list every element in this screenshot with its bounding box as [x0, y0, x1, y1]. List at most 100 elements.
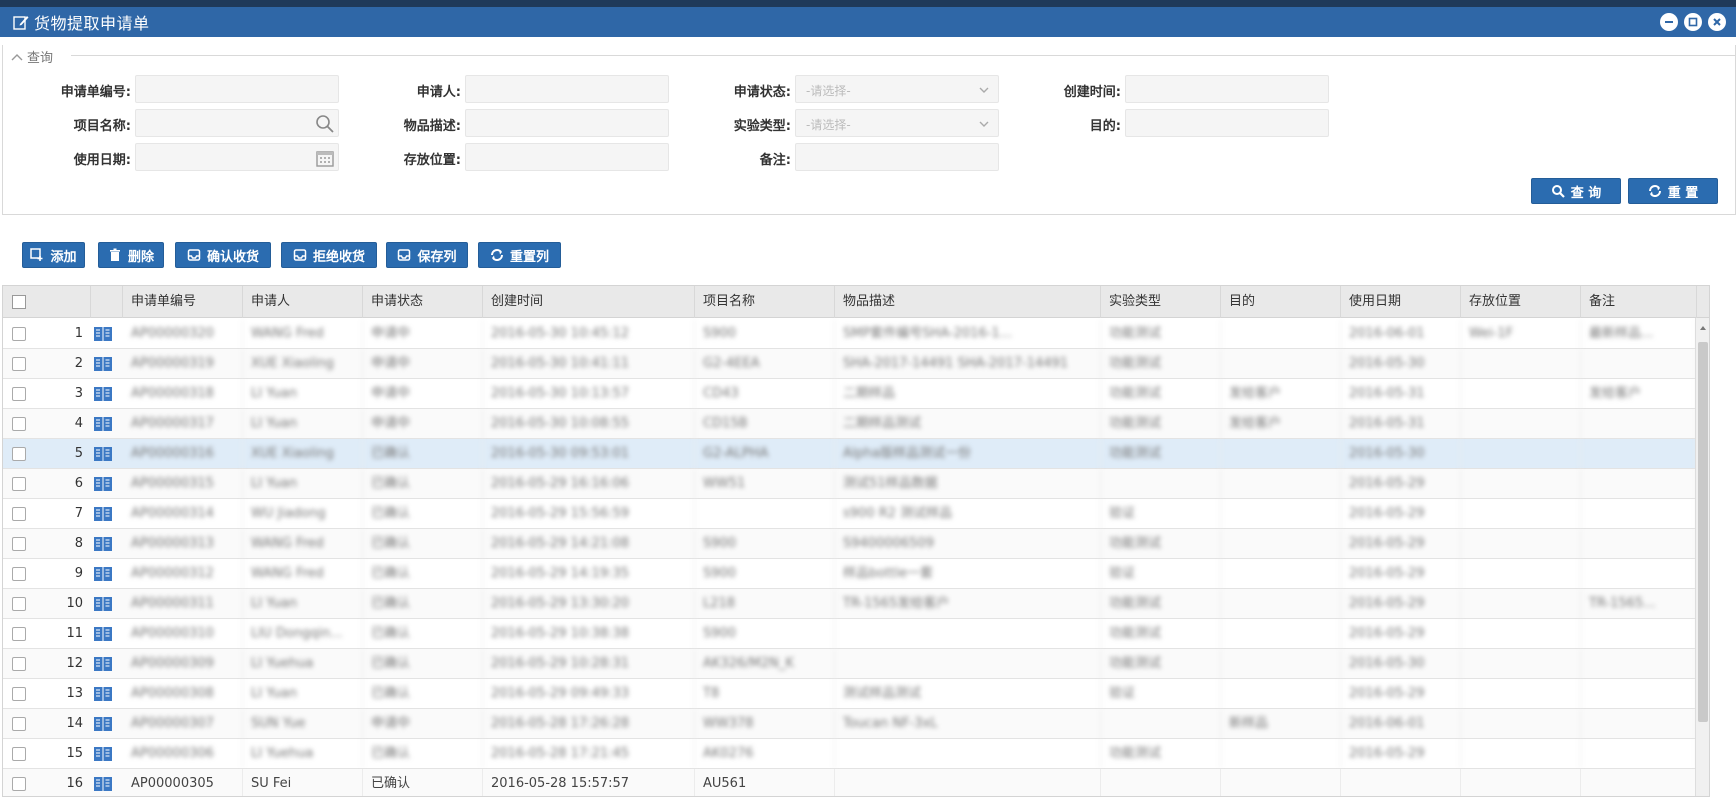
row-checkbox[interactable]	[12, 567, 26, 581]
header-col[interactable]: 物品描述	[835, 286, 1101, 318]
project-input[interactable]	[135, 109, 339, 137]
table-row[interactable]: 7 AP00000314 WU Jiadong 已确认 2016-05-29 15:56…	[3, 499, 1697, 529]
table-cell	[1461, 499, 1581, 529]
header-col[interactable]: 申请状态	[363, 286, 483, 318]
row-checkbox[interactable]	[12, 537, 26, 551]
header-col[interactable]: 备注	[1581, 286, 1697, 318]
table-row[interactable]: 9 AP00000312 WANG Fred 已确认 2016-05-29 14:19:…	[3, 559, 1697, 589]
table-row[interactable]: 11 AP00000310 LIU Dongqin... 已确认 2016-05-29 …	[3, 619, 1697, 649]
table-row[interactable]: 6 AP00000315 LI Yuan 已确认 2016-05-29 16:16:06…	[3, 469, 1697, 499]
row-checkbox[interactable]	[12, 687, 26, 701]
table-cell: 2016-05-30 10:08:55	[483, 409, 695, 439]
confirm-receipt-button[interactable]: 确认收货	[175, 242, 271, 268]
header-col[interactable]: 使用日期	[1341, 286, 1461, 318]
table-cell: 二期样品	[835, 379, 1101, 409]
book-icon[interactable]	[93, 446, 113, 462]
table-row[interactable]: 12 AP00000309 LI Yuehua 已确认 2016-05-29 10:28…	[3, 649, 1697, 679]
book-icon[interactable]	[93, 686, 113, 702]
save-columns-button[interactable]: 保存列	[386, 242, 468, 268]
location-input[interactable]	[465, 143, 669, 171]
reset-button[interactable]: 重 置	[1628, 178, 1718, 204]
book-icon[interactable]	[93, 656, 113, 672]
table-row[interactable]: 3 AP00000318 LI Yuan 申请中 2016-05-30 10:13:57…	[3, 379, 1697, 409]
row-checkbox[interactable]	[12, 417, 26, 431]
book-icon[interactable]	[93, 476, 113, 492]
search-button[interactable]: 查 询	[1531, 178, 1621, 204]
row-checkbox[interactable]	[12, 717, 26, 731]
book-icon[interactable]	[93, 356, 113, 372]
table-cell: AP00000307	[123, 709, 243, 739]
book-icon[interactable]	[93, 326, 113, 342]
header-col[interactable]: 创建时间	[483, 286, 695, 318]
purpose-label: 目的:	[1089, 119, 1121, 134]
row-checkbox[interactable]	[12, 447, 26, 461]
table-row[interactable]: 2 AP00000319 XUE Xiaoling 申请中 2016-05-30 10:…	[3, 349, 1697, 379]
header-col[interactable]: 实验类型	[1101, 286, 1221, 318]
table-row[interactable]: 13 AP00000308 LI Yuan 已确认 2016-05-29 09:49:3…	[3, 679, 1697, 709]
book-icon[interactable]	[93, 716, 113, 732]
row-checkbox[interactable]	[12, 507, 26, 521]
book-icon[interactable]	[93, 746, 113, 762]
table-cell: 2016-05-29	[1341, 619, 1461, 649]
book-icon[interactable]	[93, 506, 113, 522]
reset-columns-button[interactable]: 重置列	[478, 242, 561, 268]
purpose-input[interactable]	[1125, 109, 1329, 137]
header-col[interactable]: 申请人	[243, 286, 363, 318]
row-checkbox[interactable]	[12, 357, 26, 371]
minimize-button[interactable]	[1660, 13, 1678, 31]
table-row[interactable]: 10 AP00000311 LI Yuan 已确认 2016-05-29 13:30:2…	[3, 589, 1697, 619]
book-icon[interactable]	[93, 386, 113, 402]
delete-button[interactable]: 删除	[98, 242, 164, 268]
table-row[interactable]: 5 AP00000316 XUE Xiaoling 已确认 2016-05-30 09:…	[3, 439, 1697, 469]
row-checkbox[interactable]	[12, 387, 26, 401]
table-row[interactable]: 1 AP00000320 WANG Fred 申请中 2016-05-30 10:45:…	[3, 319, 1697, 349]
book-icon[interactable]	[93, 596, 113, 612]
vertical-scrollbar[interactable]	[1695, 318, 1709, 796]
status-select[interactable]: -请选择-	[795, 75, 999, 103]
query-legend[interactable]: 查询	[11, 47, 60, 66]
applicant-input[interactable]	[465, 75, 669, 103]
exp-type-select[interactable]: -请选择-	[795, 109, 999, 137]
row-checkbox[interactable]	[12, 777, 26, 791]
select-all-checkbox[interactable]	[12, 295, 26, 309]
remark-input[interactable]	[795, 143, 999, 171]
add-button[interactable]: 添加	[22, 242, 85, 268]
row-checkbox[interactable]	[12, 597, 26, 611]
header-col[interactable]: 项目名称	[695, 286, 835, 318]
item-desc-input[interactable]	[465, 109, 669, 137]
table-row[interactable]: 15 AP00000306 LI Yuehua 已确认 2016-05-28 17:21…	[3, 739, 1697, 769]
close-button[interactable]	[1708, 13, 1726, 31]
row-checkbox[interactable]	[12, 747, 26, 761]
row-checkbox[interactable]	[12, 657, 26, 671]
table-cell: 已确认	[363, 589, 483, 619]
reject-receipt-button[interactable]: 拒绝收货	[281, 242, 377, 268]
search-icon[interactable]	[314, 113, 336, 135]
book-icon[interactable]	[93, 776, 113, 792]
use-date-input[interactable]	[135, 143, 339, 171]
header-col[interactable]: 申请单编号	[123, 286, 243, 318]
scroll-thumb[interactable]	[1698, 342, 1708, 722]
book-icon[interactable]	[93, 536, 113, 552]
add-icon	[30, 248, 43, 261]
row-checkbox[interactable]	[12, 477, 26, 491]
table-cell: S9400006509	[835, 529, 1101, 559]
table-row[interactable]: 14 AP00000307 SUN Yue 申请中 2016-05-28 17:26:2…	[3, 709, 1697, 739]
maximize-button[interactable]	[1684, 13, 1702, 31]
calendar-icon[interactable]	[314, 147, 336, 169]
table-row[interactable]: 8 AP00000313 WANG Fred 已确认 2016-05-29 14:21:…	[3, 529, 1697, 559]
table-row[interactable]: 16 AP00000305 SU Fei 已确认 2016-05-28 15:57:57…	[3, 769, 1697, 796]
table-cell: SUN Yue	[243, 709, 363, 739]
remark-label: 备注:	[759, 153, 791, 168]
row-checkbox[interactable]	[12, 627, 26, 641]
app-no-input[interactable]	[135, 75, 339, 103]
created-input[interactable]	[1125, 75, 1329, 103]
header-col[interactable]: 存放位置	[1461, 286, 1581, 318]
header-col[interactable]: 目的	[1221, 286, 1341, 318]
book-icon[interactable]	[93, 416, 113, 432]
scroll-up-icon[interactable]	[1699, 324, 1707, 332]
table-row[interactable]: 4 AP00000317 LI Yuan 申请中 2016-05-30 10:08:55…	[3, 409, 1697, 439]
book-icon[interactable]	[93, 566, 113, 582]
row-checkbox[interactable]	[12, 327, 26, 341]
created-label: 创建时间:	[1063, 85, 1121, 100]
book-icon[interactable]	[93, 626, 113, 642]
